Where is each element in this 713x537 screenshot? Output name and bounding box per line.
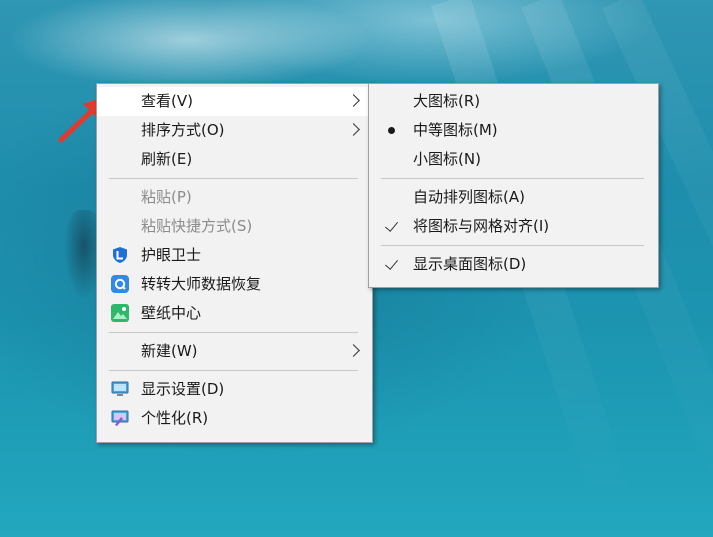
menu-item-wallpaper[interactable]: 壁纸中心 [97, 299, 372, 328]
menu-item-paste-shortcut-label: 粘贴快捷方式(S) [141, 217, 253, 235]
eye-guard-app-icon [113, 247, 127, 263]
chevron-right-icon [347, 94, 360, 107]
menu-item-personalize-label: 个性化(R) [141, 409, 209, 427]
submenu-item-align-grid-label: 将图标与网格对齐(I) [413, 217, 550, 235]
menu-separator [381, 178, 644, 179]
submenu-item-auto-arrange[interactable]: 自动排列图标(A) [369, 183, 658, 212]
chevron-right-icon [347, 344, 360, 357]
checkmark-icon [383, 212, 401, 241]
checkmark-icon [383, 250, 401, 279]
menu-item-personalize[interactable]: 个性化(R) [97, 404, 372, 433]
menu-item-wallpaper-label: 壁纸中心 [141, 304, 202, 322]
personalize-monitor-icon [111, 410, 129, 426]
menu-item-paste[interactable]: 粘贴(P) [97, 183, 372, 212]
menu-separator [109, 178, 358, 179]
desktop-context-menu: 查看(V) 排序方式(O) 刷新(E) 粘贴(P) 粘贴快捷方式(S) 护眼卫士… [96, 83, 373, 443]
menu-item-new[interactable]: 新建(W) [97, 337, 372, 366]
menu-item-eye-guard-label: 护眼卫士 [141, 246, 202, 264]
menu-item-paste-label: 粘贴(P) [141, 188, 192, 206]
menu-item-eye-guard[interactable]: 护眼卫士 [97, 241, 372, 270]
menu-item-data-recovery-label: 转转大师数据恢复 [141, 275, 262, 293]
data-recovery-app-icon [111, 275, 129, 293]
menu-separator [109, 332, 358, 333]
menu-item-display-settings-label: 显示设置(D) [141, 380, 225, 398]
view-submenu: 大图标(R) 中等图标(M) 小图标(N) 自动排列图标(A) 将图标与网格对齐… [368, 83, 659, 288]
menu-item-paste-shortcut[interactable]: 粘贴快捷方式(S) [97, 212, 372, 241]
menu-item-view[interactable]: 查看(V) [97, 87, 372, 116]
monitor-icon [111, 381, 129, 396]
submenu-item-large-icons[interactable]: 大图标(R) [369, 87, 658, 116]
chevron-right-icon [347, 123, 360, 136]
submenu-item-show-desktop-icons-label: 显示桌面图标(D) [413, 255, 527, 273]
menu-item-new-label: 新建(W) [141, 342, 198, 360]
menu-separator [109, 370, 358, 371]
submenu-item-small-icons-label: 小图标(N) [413, 150, 481, 168]
submenu-item-medium-icons[interactable]: 中等图标(M) [369, 116, 658, 145]
submenu-item-medium-icons-label: 中等图标(M) [413, 121, 498, 139]
menu-item-sort[interactable]: 排序方式(O) [97, 116, 372, 145]
submenu-item-small-icons[interactable]: 小图标(N) [369, 145, 658, 174]
menu-item-refresh[interactable]: 刷新(E) [97, 145, 372, 174]
submenu-item-large-icons-label: 大图标(R) [413, 92, 481, 110]
wallpaper-app-icon [111, 304, 129, 322]
menu-item-view-label: 查看(V) [141, 92, 193, 110]
menu-item-refresh-label: 刷新(E) [141, 150, 193, 168]
menu-separator [381, 245, 644, 246]
menu-item-data-recovery[interactable]: 转转大师数据恢复 [97, 270, 372, 299]
submenu-item-auto-arrange-label: 自动排列图标(A) [413, 188, 525, 206]
submenu-item-show-desktop-icons[interactable]: 显示桌面图标(D) [369, 250, 658, 279]
menu-item-display-settings[interactable]: 显示设置(D) [97, 375, 372, 404]
menu-item-sort-label: 排序方式(O) [141, 121, 225, 139]
selected-bullet-icon [383, 116, 401, 145]
submenu-item-align-grid[interactable]: 将图标与网格对齐(I) [369, 212, 658, 241]
